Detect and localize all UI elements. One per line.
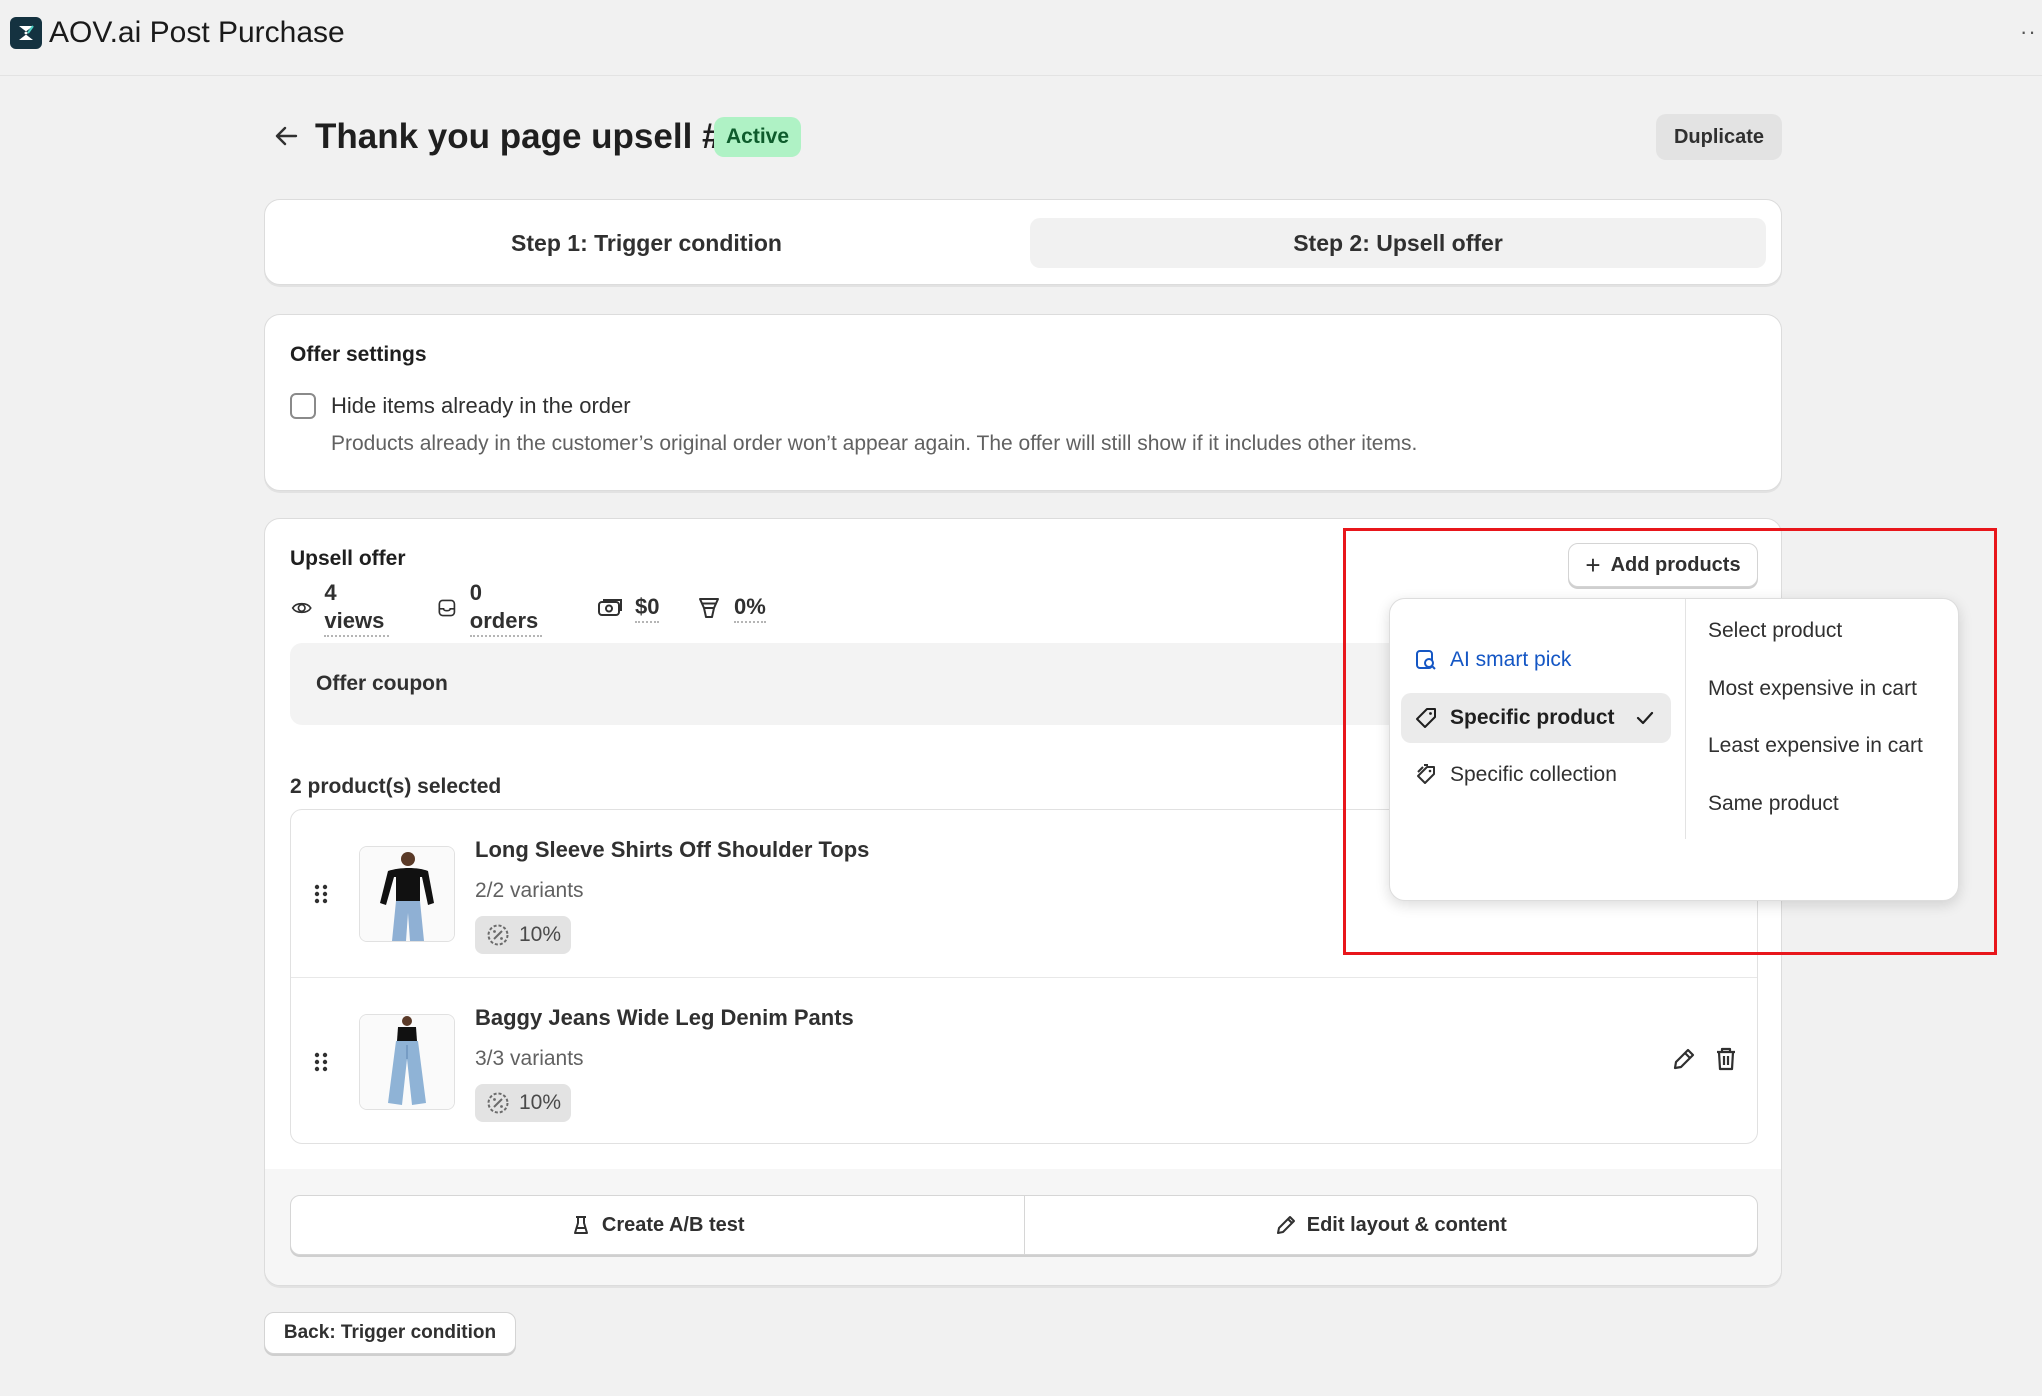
status-badge: Active: [714, 117, 802, 157]
edit-layout-label: Edit layout & content: [1306, 1213, 1507, 1236]
product-variants: 2/2 variants: [475, 879, 584, 902]
drag-handle-icon[interactable]: [311, 1050, 331, 1074]
views-metric[interactable]: 4 views: [291, 580, 389, 637]
discount-value: 10%: [519, 923, 562, 946]
hide-items-help-text: Products already in the customer’s origi…: [331, 432, 1418, 455]
inbox-icon: [438, 599, 456, 617]
baggy-jeans-image: [360, 1015, 454, 1109]
hide-items-label[interactable]: Hide items already in the order: [331, 393, 631, 419]
orders-value: 0 orders: [469, 579, 543, 637]
funnel-icon: [699, 598, 719, 618]
discount-badge: 10%: [475, 1084, 572, 1122]
highlight-box: [1343, 528, 1997, 955]
discount-icon: [487, 924, 509, 946]
back-arrow-icon[interactable]: [272, 122, 300, 150]
flask-icon: [573, 1216, 588, 1234]
orders-metric[interactable]: 0 orders: [436, 580, 543, 637]
product-variants: 3/3 variants: [475, 1047, 584, 1070]
tab-step-2-upsell[interactable]: Step 2: Upsell offer: [1030, 218, 1766, 268]
tab-step-1-trigger[interactable]: Step 1: Trigger condition: [281, 218, 1012, 268]
product-name[interactable]: Long Sleeve Shirts Off Shoulder Tops: [475, 836, 869, 864]
product-row: Baggy Jeans Wide Leg Denim Pants 3/3 var…: [291, 977, 1757, 1144]
edit-layout-button[interactable]: Edit layout & content: [1023, 1196, 1758, 1254]
app-logo-icon: [10, 17, 42, 49]
pencil-icon: [1276, 1216, 1295, 1234]
drag-handle-icon[interactable]: [311, 882, 331, 906]
off-shoulder-top-image: [360, 847, 454, 941]
discount-icon: [487, 1092, 509, 1114]
product-image: [359, 1014, 455, 1110]
upsell-card-footer: Create A/B test Edit layout & content: [265, 1169, 1781, 1285]
eye-icon: [291, 602, 312, 614]
create-ab-test-button[interactable]: Create A/B test: [291, 1196, 1024, 1254]
offer-settings-card: Offer settings Hide items already in the…: [264, 314, 1782, 491]
edit-icon[interactable]: [1669, 1044, 1699, 1074]
trash-icon[interactable]: [1711, 1044, 1741, 1074]
revenue-metric[interactable]: $0: [597, 591, 660, 625]
offer-coupon-label: Offer coupon: [316, 672, 448, 695]
views-value: 4 views: [324, 579, 389, 637]
duplicate-button[interactable]: Duplicate: [1656, 114, 1782, 160]
page-title: Thank you page upsell #1: [315, 117, 741, 156]
selected-count: 2 product(s) selected: [290, 775, 502, 798]
conversion-value: 0%: [734, 593, 766, 623]
steps-tabs: Step 1: Trigger condition Step 2: Upsell…: [264, 199, 1782, 285]
hide-items-checkbox[interactable]: [290, 393, 316, 419]
discount-badge: 10%: [475, 916, 572, 954]
offer-settings-title: Offer settings: [290, 343, 427, 366]
upsell-offer-title: Upsell offer: [290, 547, 406, 570]
back-trigger-condition-button[interactable]: Back: Trigger condition: [264, 1312, 516, 1354]
app-title: AOV.ai Post Purchase: [49, 16, 345, 49]
create-ab-test-label: Create A/B test: [601, 1213, 745, 1236]
app-bar: AOV.ai Post Purchase ··: [0, 0, 2042, 76]
product-image: [359, 846, 455, 942]
revenue-value: $0: [635, 593, 660, 623]
discount-value: 10%: [519, 1091, 562, 1114]
footer-button-group: Create A/B test Edit layout & content: [290, 1195, 1758, 1255]
product-name[interactable]: Baggy Jeans Wide Leg Denim Pants: [475, 1004, 854, 1032]
conversion-metric[interactable]: 0%: [696, 591, 766, 625]
cash-icon: [598, 599, 622, 616]
more-icon[interactable]: ··: [2020, 21, 2042, 43]
